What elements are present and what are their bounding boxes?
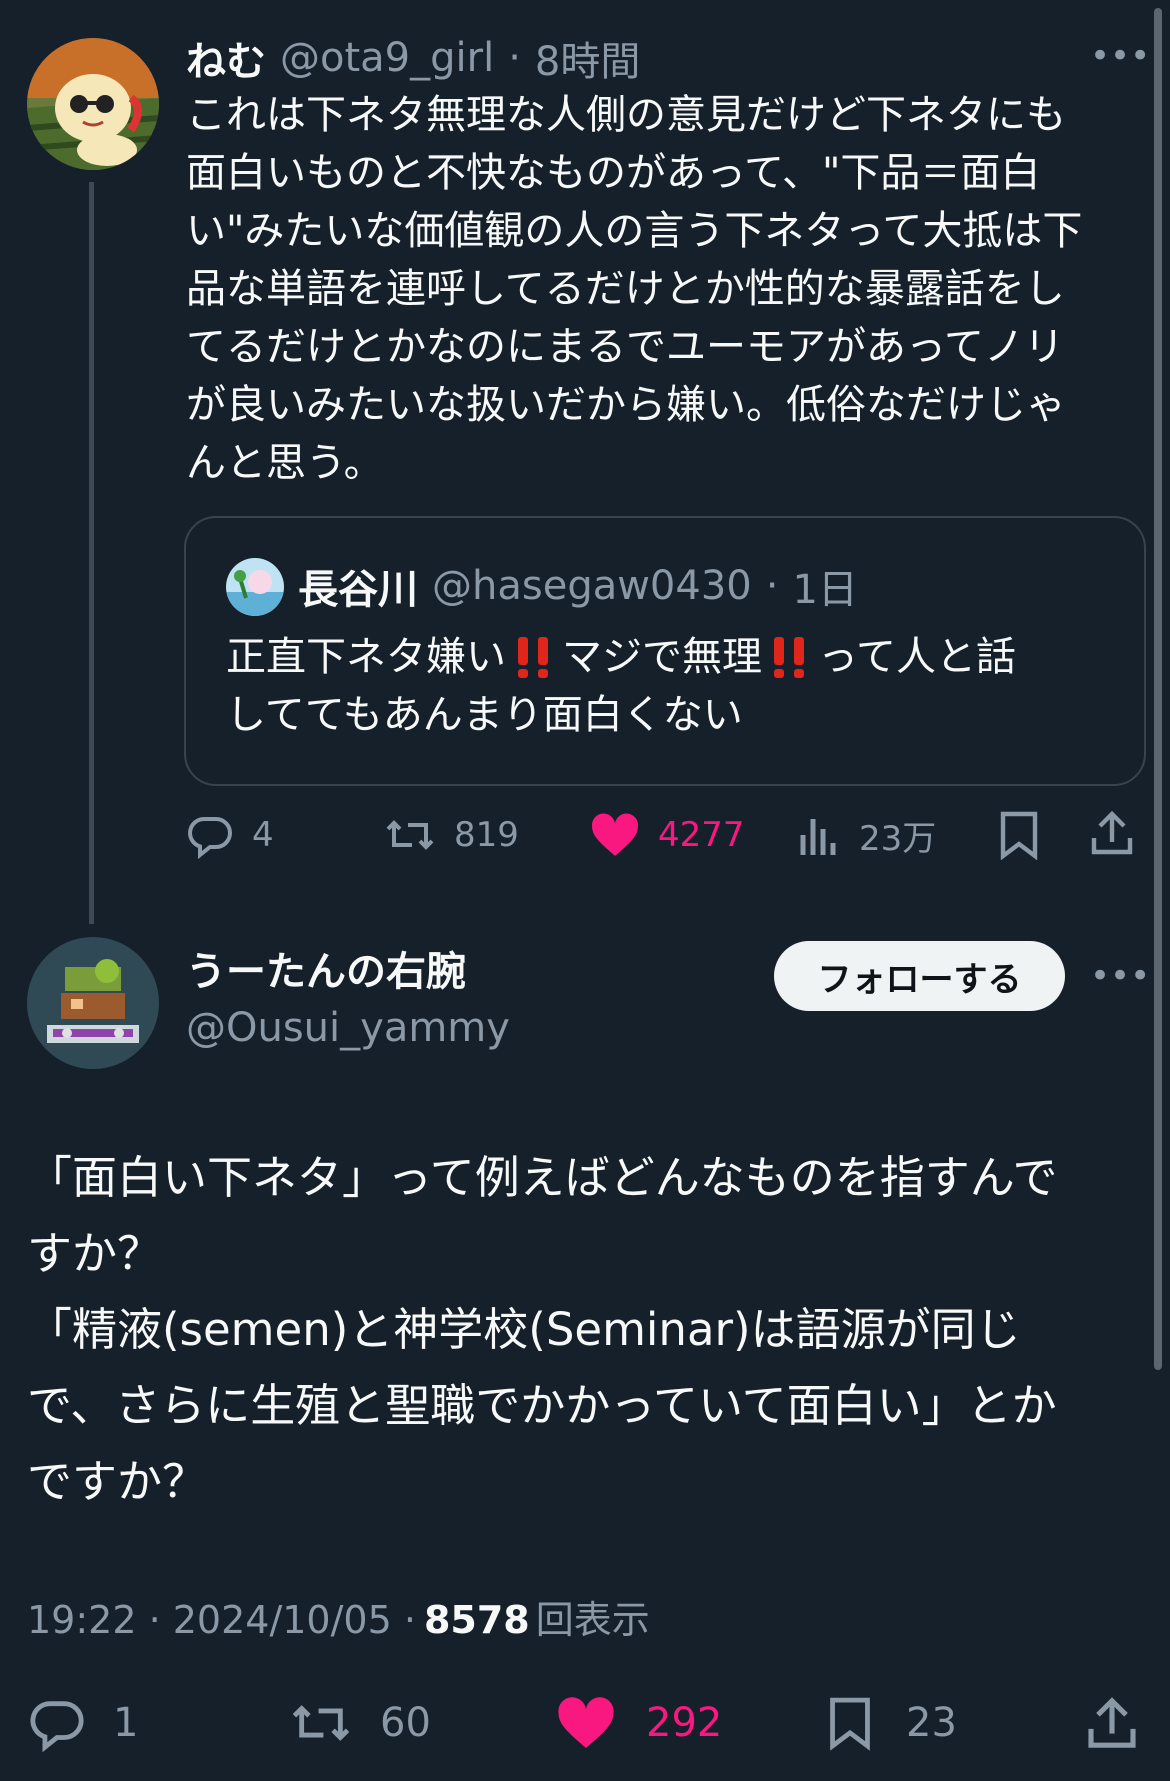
- reply-button[interactable]: 1: [27, 1692, 138, 1754]
- quoted-line-1-a: 正直下ネタ嫌い: [226, 634, 506, 680]
- text-line: が良いみたいな扱いだから嫌い。低俗なだけじゃ: [186, 382, 1066, 428]
- tweet-time[interactable]: 8時間: [535, 29, 640, 87]
- views-count: 23万: [859, 818, 937, 859]
- text-line: 面白いものと不快なものがあって、"下品＝面白: [186, 150, 1041, 196]
- heart-icon: [558, 1697, 614, 1748]
- dot-separator: ·: [508, 35, 521, 81]
- bookmark-button[interactable]: [997, 810, 1041, 864]
- views-button[interactable]: 23万: [797, 805, 936, 865]
- scrollbar[interactable]: [1154, 8, 1162, 1370]
- text-line: 「面白い下ネタ」って例えばどんなものを指すんで: [27, 1151, 1058, 1204]
- quoted-line-2: しててもあんまり面白くない: [226, 692, 743, 738]
- text-line: 「精液(semen)と神学校(Seminar)は語源が同じ: [27, 1303, 1021, 1356]
- bookmark-button[interactable]: 23: [826, 1692, 957, 1754]
- quoted-handle: @hasegaw0430: [432, 563, 752, 609]
- reply-icon: [30, 1701, 84, 1752]
- quoted-line-1-c: って人と話: [818, 634, 1016, 680]
- bookmark-count: 23: [906, 1700, 957, 1746]
- retweet-button[interactable]: 60: [288, 1692, 431, 1754]
- double-exclamation-icon: [774, 637, 804, 678]
- quoted-time: 1日: [792, 567, 858, 613]
- like-count: 292: [646, 1700, 723, 1746]
- text-line: これは下ネタ無理な人側の意見だけど下ネタにも: [186, 92, 1066, 138]
- heart-icon: [591, 813, 639, 856]
- retweet-count: 60: [380, 1700, 431, 1746]
- tweet-meta: 19:22 · 2024/10/05 · 8578 回表示: [27, 1592, 650, 1648]
- quoted-line-1-b: マジで無理: [562, 634, 762, 680]
- original-header: ねむ @ota9_girl · 8時間: [186, 30, 640, 86]
- quoted-avatar: [226, 558, 284, 616]
- avatar-image: [27, 937, 159, 1069]
- thread-line: [89, 182, 94, 924]
- retweet-icon: [386, 820, 434, 850]
- quoted-text: 正直下ネタ嫌い マジで無理 って人と話 しててもあんまり面白くない: [226, 628, 1126, 744]
- reply-icon: [188, 817, 232, 859]
- like-count: 4277: [658, 815, 745, 855]
- quoted-display-name: 長谷川: [298, 567, 418, 613]
- text-line: で、さらに生殖と聖職でかかっていて面白い」とか: [27, 1379, 1057, 1432]
- quoted-avatar-image: [226, 558, 284, 616]
- text-line: んと思う。: [186, 440, 384, 486]
- handle[interactable]: @Ousui_yammy: [186, 1000, 510, 1056]
- quoted-line-1: 正直下ネタ嫌い マジで無理 って人と話: [226, 628, 1126, 686]
- text-line: 品な単語を連呼してるだけとか性的な暴露話をし: [186, 266, 1065, 312]
- text-line: すか？: [27, 1227, 163, 1280]
- reply-header: うーたんの右腕 @Ousui_yammy: [186, 944, 510, 1056]
- text-line: い"みたいな価値観の人の言う下ネタって大抵は下: [186, 208, 1083, 254]
- avatar-ousui[interactable]: [27, 937, 159, 1069]
- avatar-image: [27, 38, 159, 170]
- quoted-header: 長谷川 @hasegaw0430 · 1日: [298, 556, 858, 616]
- tweet-timestamp[interactable]: 19:22 · 2024/10/05 ·: [27, 1592, 416, 1648]
- reply-tweet-text: 「面白い下ネタ」って例えばどんなものを指すんで すか？ 「精液(semen)と神…: [27, 1140, 1147, 1520]
- handle[interactable]: @ota9_girl: [280, 35, 494, 81]
- text-line: ですか？: [27, 1455, 208, 1508]
- avatar-nemu[interactable]: [27, 38, 159, 170]
- view-label: 回表示: [535, 1598, 650, 1642]
- follow-button[interactable]: フォローする: [774, 941, 1065, 1011]
- retweet-icon: [292, 1705, 350, 1741]
- reply-count: 1: [113, 1700, 139, 1746]
- retweet-count: 819: [454, 815, 519, 855]
- like-button[interactable]: 4277: [590, 805, 745, 865]
- original-tweet-text: これは下ネタ無理な人側の意見だけど下ネタにも 面白いものと不快なものがあって、"…: [186, 86, 1146, 492]
- double-exclamation-icon: [518, 637, 548, 678]
- text-line: てるだけとかなのにまるでユーモアがあってノリ: [186, 324, 1064, 370]
- retweet-button[interactable]: 819: [384, 805, 519, 865]
- display-name[interactable]: ねむ: [186, 29, 266, 87]
- reply-count: 4: [252, 815, 274, 855]
- dot-separator: ·: [765, 563, 779, 609]
- bookmark-icon: [830, 1697, 870, 1751]
- reply-button[interactable]: 4: [186, 805, 274, 865]
- views-icon: [800, 819, 836, 855]
- share-button[interactable]: [1084, 1693, 1140, 1757]
- share-button[interactable]: [1088, 808, 1136, 862]
- like-button[interactable]: 292: [556, 1692, 722, 1754]
- view-count: 8578: [423, 1598, 530, 1642]
- display-name[interactable]: うーたんの右腕: [186, 944, 510, 1000]
- more-icon[interactable]: •••: [1090, 952, 1150, 1000]
- more-icon[interactable]: •••: [1090, 32, 1150, 80]
- bookmark-icon: [1000, 811, 1038, 861]
- share-icon: [1088, 1697, 1136, 1748]
- share-icon: [1091, 810, 1133, 855]
- quoted-tweet[interactable]: 長谷川 @hasegaw0430 · 1日 正直下ネタ嫌い マジで無理 って人と…: [184, 516, 1146, 786]
